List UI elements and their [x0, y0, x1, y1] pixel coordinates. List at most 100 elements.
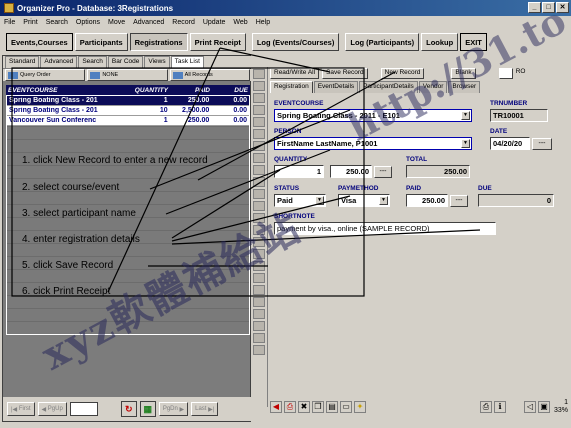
sort-button[interactable]: NONE	[87, 69, 168, 81]
tool-icon[interactable]	[253, 141, 265, 151]
menu-search[interactable]: Search	[46, 19, 68, 26]
tool-icon[interactable]	[253, 117, 265, 127]
form-bottom-toolbar: ◀ ⎙ ✖ ❐ ▤ ▭ ✦ ⎙ ℹ ◁ ▣	[270, 398, 570, 416]
tool-icon[interactable]	[253, 129, 265, 139]
step-5: 5. click Save Record	[22, 260, 114, 271]
query-icon	[8, 71, 18, 79]
info-icon[interactable]: ℹ	[494, 401, 506, 413]
print-receipt-button[interactable]: Print Receipt	[189, 33, 246, 51]
due-field: 0	[478, 194, 554, 207]
paymethod-select[interactable]: Visa ▼	[338, 194, 390, 207]
menu-record[interactable]: Record	[172, 19, 195, 26]
all-records-button[interactable]: All Records	[169, 69, 250, 81]
tab-advanced[interactable]: Advanced	[40, 56, 78, 68]
menu-options[interactable]: Options	[76, 19, 100, 26]
title-bar: Organizer Pro - Database: 3Registrations…	[0, 0, 571, 16]
tab-event-details[interactable]: EventDetails	[313, 81, 359, 93]
paid-field[interactable]: 250.00	[406, 194, 448, 207]
tab-task-list[interactable]: Task List	[170, 56, 204, 68]
tab-views[interactable]: Views	[144, 56, 170, 68]
participants-button[interactable]: Participants	[74, 33, 128, 51]
tool-icon[interactable]	[253, 297, 265, 307]
tab-bar-code[interactable]: Bar Code	[107, 56, 144, 68]
delete-icon[interactable]: ✖	[298, 401, 310, 413]
grid-icon[interactable]: ▦	[139, 401, 156, 417]
menu-advanced[interactable]: Advanced	[133, 19, 164, 26]
grid-header: EVENTCOURSE QUANTITY PAID DUE	[6, 85, 250, 95]
refresh-icon[interactable]: ↻	[120, 401, 137, 417]
log-events-button[interactable]: Log (Events/Courses)	[251, 33, 340, 51]
shortnote-field[interactable]: payment by visa., online (SAMPLE RECORD)	[274, 222, 496, 235]
tool-icon[interactable]	[253, 321, 265, 331]
pgup-button[interactable]: ◀ PgUp	[37, 402, 67, 416]
document-icon[interactable]: ▭	[340, 401, 352, 413]
table-row[interactable]: Vancouver Sun Conferenc 1 250.00 0.00	[7, 116, 249, 126]
table-row[interactable]: Spring Boating Class - 201 1 250.00 0.00	[7, 96, 249, 106]
tool-icon[interactable]	[253, 153, 265, 163]
tool-icon[interactable]	[253, 165, 265, 175]
first-button[interactable]: |◀ First	[7, 402, 35, 416]
step-1: 1. click New Record to enter a new recor…	[22, 155, 208, 166]
trnumber-field[interactable]: TR10001	[490, 109, 548, 122]
chevron-down-icon[interactable]: ▼	[379, 196, 388, 205]
price-field[interactable]: 250.00	[330, 165, 372, 178]
log-participants-button[interactable]: Log (Participants)	[345, 33, 420, 51]
copy-icon[interactable]: ❐	[312, 401, 324, 413]
printer-icon[interactable]: ⎙	[480, 401, 492, 413]
col-quantity[interactable]: QUANTITY	[118, 87, 170, 94]
menu-print[interactable]: Print	[23, 19, 37, 26]
menu-update[interactable]: Update	[203, 19, 226, 26]
last-button[interactable]: Last ▶|	[191, 402, 219, 416]
events-courses-button[interactable]: Events,Courses	[6, 33, 73, 51]
menu-move[interactable]: Move	[108, 19, 125, 26]
trnumber-label: TRNUMBER	[490, 100, 528, 107]
menu-web[interactable]: Web	[233, 19, 247, 26]
read-write-button[interactable]: Read/Write All	[270, 68, 320, 79]
tab-search[interactable]: Search	[78, 56, 107, 68]
query-order-button[interactable]: Query Order	[5, 69, 86, 81]
navigation-bar: |◀ First ◀ PgUp ↻ ▦ PgDn ▶ Last ▶|	[3, 397, 252, 421]
menu-help[interactable]: Help	[256, 19, 270, 26]
print-icon[interactable]: ⎙	[284, 401, 296, 413]
tool-icon[interactable]	[253, 189, 265, 199]
tool-icon[interactable]	[253, 345, 265, 355]
tool-icon[interactable]	[253, 285, 265, 295]
save-record-button[interactable]: Save Record	[322, 68, 368, 79]
col-due[interactable]: DUE	[212, 87, 250, 94]
tool-icon[interactable]	[253, 93, 265, 103]
price-lookup-button[interactable]: ---	[374, 166, 392, 178]
tool-icon[interactable]	[253, 69, 265, 79]
paste-icon[interactable]: ▤	[326, 401, 338, 413]
chevron-down-icon[interactable]: ▼	[315, 196, 324, 205]
registrations-button[interactable]: Registrations	[129, 33, 188, 51]
col-eventcourse[interactable]: EVENTCOURSE	[6, 87, 118, 94]
tool-icon[interactable]	[253, 333, 265, 343]
arrow-left-icon[interactable]: ◀	[270, 401, 282, 413]
chevron-down-icon[interactable]: ▼	[461, 111, 470, 120]
tool-icon[interactable]	[253, 309, 265, 319]
tab-standard[interactable]: Standard	[5, 56, 40, 68]
tool-icon[interactable]	[253, 177, 265, 187]
table-row[interactable]: Spring Boating Class - 201 10 2,500.00 0…	[7, 106, 249, 116]
record-number-input[interactable]	[69, 402, 98, 416]
col-paid[interactable]: PAID	[170, 87, 212, 94]
eventcourse-label: EVENTCOURSE	[274, 100, 324, 107]
lightbulb-icon[interactable]: ✦	[354, 401, 366, 413]
tool-icon[interactable]	[253, 105, 265, 115]
date-field[interactable]: 04/20/20	[490, 137, 530, 150]
ro-label: RO	[515, 68, 526, 75]
date-picker-button[interactable]: ---	[532, 138, 552, 150]
tool-icon[interactable]	[253, 81, 265, 91]
records-icon	[172, 71, 183, 79]
filter-row: Query Order NONE All Records	[3, 69, 252, 81]
lookup-button[interactable]: Lookup	[421, 33, 459, 51]
paid-lookup-button[interactable]: ---	[450, 195, 468, 207]
folder-icon[interactable]: ▣	[538, 401, 550, 413]
menu-file[interactable]: File	[4, 19, 15, 26]
tab-registration[interactable]: Registration	[270, 81, 313, 93]
back-icon[interactable]: ◁	[524, 401, 536, 413]
view-tabs: Standard Advanced Search Bar Code Views …	[3, 56, 252, 68]
pgdn-button[interactable]: PgDn ▶	[158, 402, 189, 416]
quantity-field[interactable]: 1	[274, 165, 324, 178]
chevron-down-icon[interactable]: ▼	[461, 139, 470, 148]
